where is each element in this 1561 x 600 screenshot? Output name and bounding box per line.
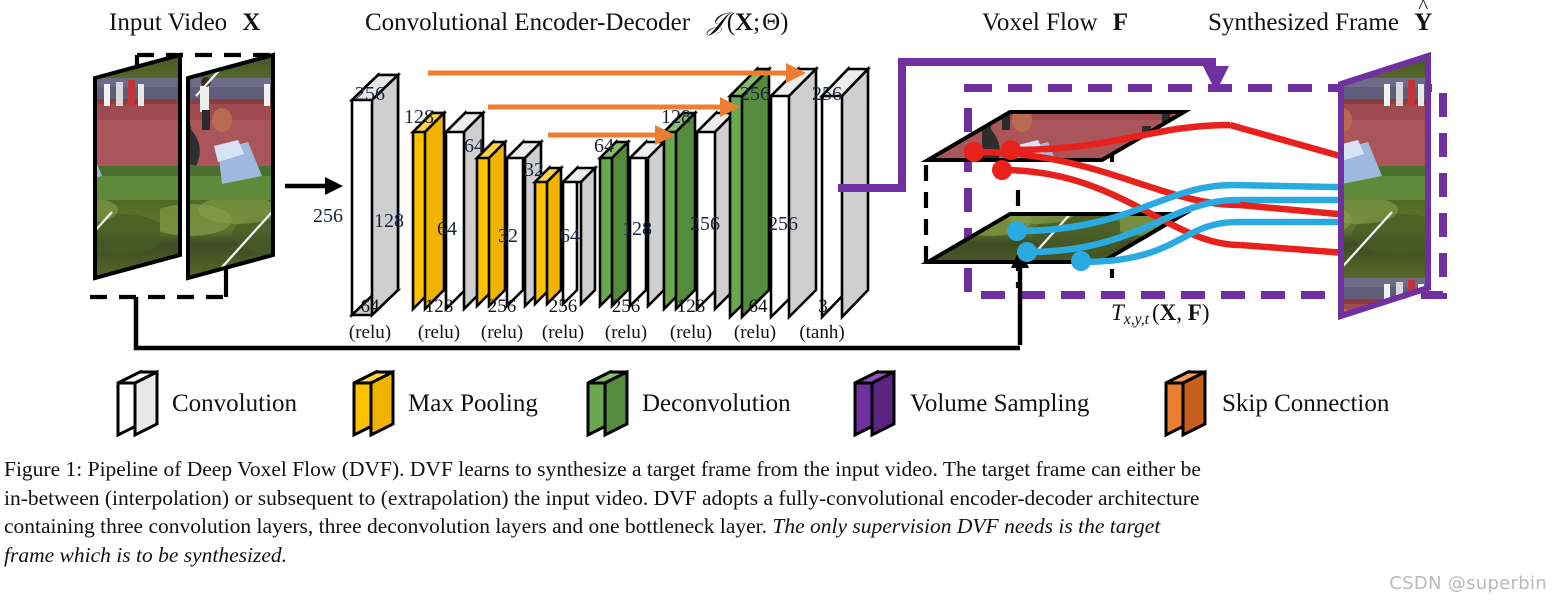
legend-label-deconvolution: Deconvolution — [642, 390, 791, 417]
legend-label-volume-sampling: Volume Sampling — [910, 390, 1090, 417]
figure-caption: Figure 1: Pipeline of Deep Voxel Flow (D… — [4, 455, 1557, 569]
channel-label-4: 256 — [548, 296, 578, 317]
legend-icon-volume-sampling — [853, 369, 896, 438]
synthesized-frame — [1338, 51, 1431, 321]
activation-label-7: (relu) — [733, 322, 777, 343]
legend-icon-max-pooling — [352, 369, 395, 438]
channel-label-2: 128 — [424, 296, 454, 317]
size-label-side-4: 32 — [498, 225, 518, 247]
channel-label-6: 128 — [676, 296, 706, 317]
layer-7-deconv-conv — [726, 65, 820, 321]
input-frame-back — [93, 52, 182, 281]
volume-sampling-equation: Tx,y,t (X, F) — [1111, 300, 1210, 329]
channel-label-5: 256 — [611, 296, 641, 317]
caption-line-4: frame which is to be synthesized. — [4, 542, 288, 567]
input-to-network-arrow — [285, 177, 343, 195]
activation-label-6: (relu) — [669, 322, 713, 343]
size-label-input-side: 256 — [313, 205, 343, 227]
size-label-top-5: 64 — [594, 135, 614, 157]
size-label-side-2: 128 — [374, 210, 404, 232]
input-frame-front — [186, 52, 275, 281]
layer-1-conv — [348, 71, 402, 319]
layer-6-deconv-conv — [660, 109, 738, 313]
size-label-side-8: 256 — [768, 213, 798, 235]
legend-icon-deconvolution — [586, 369, 629, 438]
watermark: CSDN @superbin — [1389, 573, 1547, 594]
size-label-side-5: 64 — [560, 225, 580, 247]
activation-label-2: (relu) — [417, 322, 461, 343]
size-label-top-7: 256 — [740, 83, 770, 105]
input-video-frames — [90, 52, 275, 300]
caption-line-2: in-between (interpolation) or subsequent… — [4, 485, 1200, 510]
activation-label-8: (tanh) — [799, 322, 845, 343]
size-label-top-8: 256 — [812, 83, 842, 105]
size-label-side-7: 256 — [690, 213, 720, 235]
channel-label-8: 3 — [818, 296, 828, 317]
legend-label-max-pooling: Max Pooling — [408, 390, 538, 417]
layer-8-output-conv — [818, 65, 872, 321]
legend-icon-convolution — [116, 369, 159, 438]
size-label-side-3: 64 — [437, 218, 457, 240]
channel-label-7: 64 — [748, 296, 768, 317]
channel-label-3: 256 — [487, 296, 517, 317]
caption-line-3-plain: containing three convolution layers, thr… — [4, 514, 773, 539]
volume-sampling-symbol: T — [1111, 300, 1124, 325]
caption-line-3: containing three convolution layers, thr… — [4, 512, 1557, 541]
size-label-top-3: 64 — [464, 135, 484, 157]
volume-sampling-args: (X, F) — [1151, 300, 1210, 325]
activation-label-5: (relu) — [604, 322, 648, 343]
activation-label-1: (relu) — [348, 322, 392, 343]
volume-sampling-subscript: x,y,t — [1123, 310, 1149, 328]
legend-label-skip-connection: Skip Connection — [1222, 390, 1390, 417]
caption-line-3-italic: The only supervision DVF needs is the ta… — [772, 514, 1161, 539]
size-label-top-2: 128 — [404, 106, 434, 128]
legend-label-convolution: Convolution — [172, 390, 298, 417]
channel-label-1: 64 — [360, 296, 380, 317]
size-label-top-1: 256 — [355, 83, 385, 105]
size-label-top-4: 32 — [524, 159, 544, 181]
caption-line-1: Figure 1: Pipeline of Deep Voxel Flow (D… — [4, 457, 1201, 481]
size-label-side-6: 128 — [622, 218, 652, 240]
legend-icon-skip-connection — [1164, 369, 1207, 438]
activation-label-3: (relu) — [480, 322, 524, 343]
activation-label-4: (relu) — [541, 322, 585, 343]
size-label-top-6: 128 — [661, 106, 691, 128]
